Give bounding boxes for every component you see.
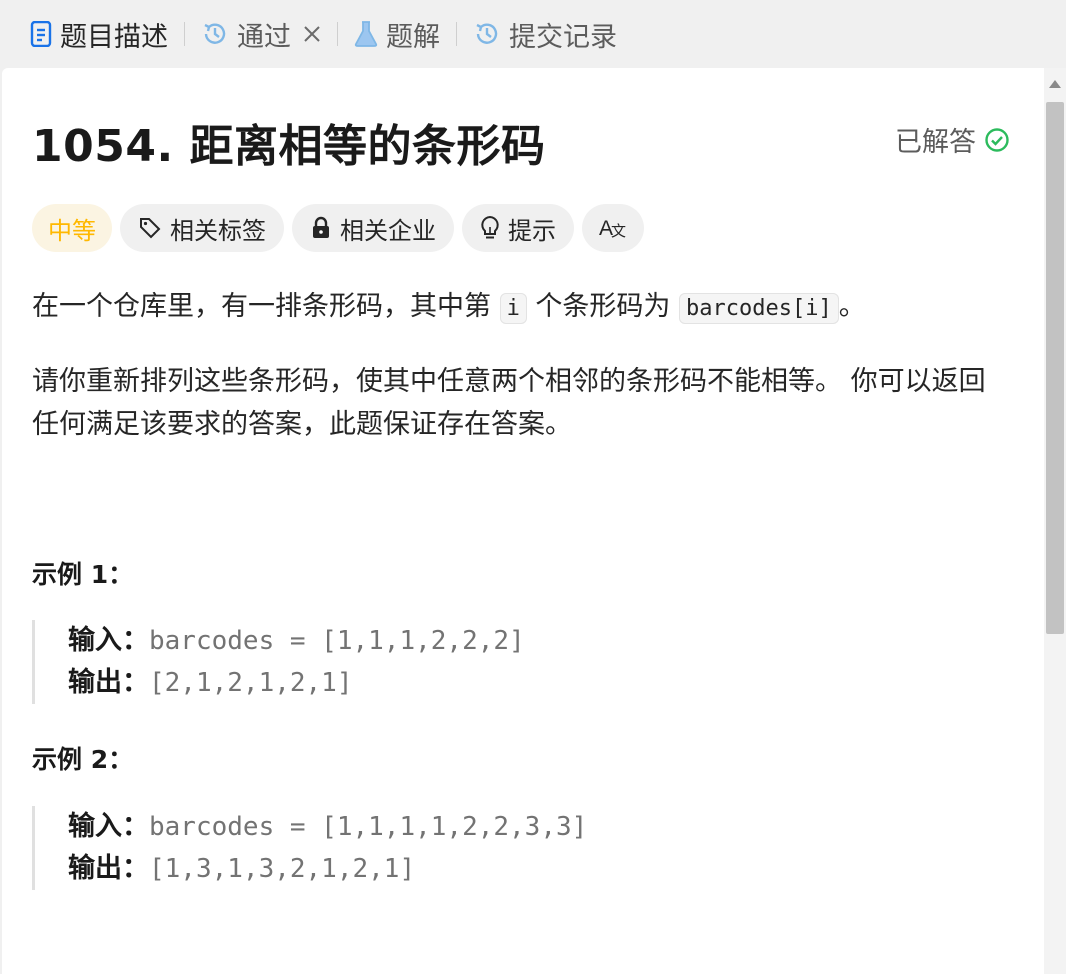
tab-bar: 题目描述 通过 题解 提交记录 xyxy=(0,0,1066,68)
scrollbar-thumb[interactable] xyxy=(1046,102,1064,634)
translate-icon: A文 xyxy=(598,215,628,241)
solved-status: 已解答 xyxy=(895,120,1010,159)
vertical-scrollbar[interactable] xyxy=(1044,68,1066,974)
flask-icon xyxy=(354,20,378,48)
tab-submissions-label: 提交记录 xyxy=(509,21,617,53)
tab-accepted-label: 通过 xyxy=(237,21,291,53)
input-value: barcodes = [1,1,1,1,2,2,3,3] xyxy=(149,812,588,842)
problem-title: 1054. 距离相等的条形码 xyxy=(32,121,546,172)
tag-icon xyxy=(138,216,162,240)
tab-solutions-label: 题解 xyxy=(386,21,440,53)
example-2-output: 输出：[1,3,1,3,2,1,2,1] xyxy=(68,848,968,890)
tab-description-label: 题目描述 xyxy=(60,21,168,53)
difficulty-badge: 中等 xyxy=(32,204,112,252)
scroll-up-arrow-icon[interactable] xyxy=(1049,80,1061,88)
tab-solutions[interactable]: 题解 xyxy=(354,0,440,68)
translate-chip[interactable]: A文 xyxy=(582,204,644,252)
desc-text: 个条形码为 xyxy=(526,291,680,322)
document-icon xyxy=(30,21,52,47)
input-label: 输入： xyxy=(68,625,149,656)
example-1-input: 输入：barcodes = [1,1,1,2,2,2] xyxy=(68,620,968,662)
output-value: [2,1,2,1,2,1] xyxy=(149,668,353,698)
output-label: 输出： xyxy=(68,853,149,884)
example-2-input: 输入：barcodes = [1,1,1,1,2,2,3,3] xyxy=(68,806,968,848)
tag-chips: 中等 相关标签 相关企业 提示 A文 xyxy=(32,204,652,252)
output-label: 输出： xyxy=(68,667,149,698)
tab-divider xyxy=(184,22,185,46)
desc-text: 在一个仓库里，有一排条形码，其中第 xyxy=(32,291,500,322)
related-tags-label: 相关标签 xyxy=(170,216,266,245)
svg-text:文: 文 xyxy=(611,222,626,240)
input-value: barcodes = [1,1,1,2,2,2] xyxy=(149,626,525,656)
history-icon xyxy=(201,20,229,48)
related-tags-chip[interactable]: 相关标签 xyxy=(120,204,284,252)
tab-accepted[interactable]: 通过 xyxy=(201,0,321,68)
hints-chip[interactable]: 提示 xyxy=(462,204,574,252)
history-icon xyxy=(473,20,501,48)
tab-divider xyxy=(337,22,338,46)
related-companies-chip[interactable]: 相关企业 xyxy=(292,204,454,252)
related-companies-label: 相关企业 xyxy=(340,216,436,245)
example-2-block: 输入：barcodes = [1,1,1,1,2,2,3,3] 输出：[1,3,… xyxy=(32,806,968,890)
check-circle-icon xyxy=(984,127,1010,153)
solved-label: 已解答 xyxy=(895,127,976,158)
close-icon[interactable] xyxy=(303,25,321,43)
difficulty-label: 中等 xyxy=(48,216,96,245)
inline-code: i xyxy=(499,293,527,324)
tab-divider xyxy=(456,22,457,46)
example-1-output: 输出：[2,1,2,1,2,1] xyxy=(68,662,968,704)
example-1-block: 输入：barcodes = [1,1,1,2,2,2] 输出：[2,1,2,1,… xyxy=(32,620,968,704)
example-1-title: 示例 1： xyxy=(32,560,134,589)
example-2-title: 示例 2： xyxy=(32,745,134,774)
desc-text: 。 xyxy=(838,291,866,322)
description-paragraph-1: 在一个仓库里，有一排条形码，其中第 i 个条形码为 barcodes[i]。 xyxy=(32,285,1012,330)
lock-icon xyxy=(310,216,332,240)
input-label: 输入： xyxy=(68,811,149,842)
tab-submissions[interactable]: 提交记录 xyxy=(473,0,617,68)
hints-label: 提示 xyxy=(508,216,556,245)
description-paragraph-2: 请你重新排列这些条形码，使其中任意两个相邻的条形码不能相等。 你可以返回任何满足… xyxy=(32,366,986,440)
inline-code: barcodes[i] xyxy=(679,293,839,324)
output-value: [1,3,1,3,2,1,2,1] xyxy=(149,854,416,884)
tab-description[interactable]: 题目描述 xyxy=(30,0,168,68)
lightbulb-icon xyxy=(480,215,500,241)
